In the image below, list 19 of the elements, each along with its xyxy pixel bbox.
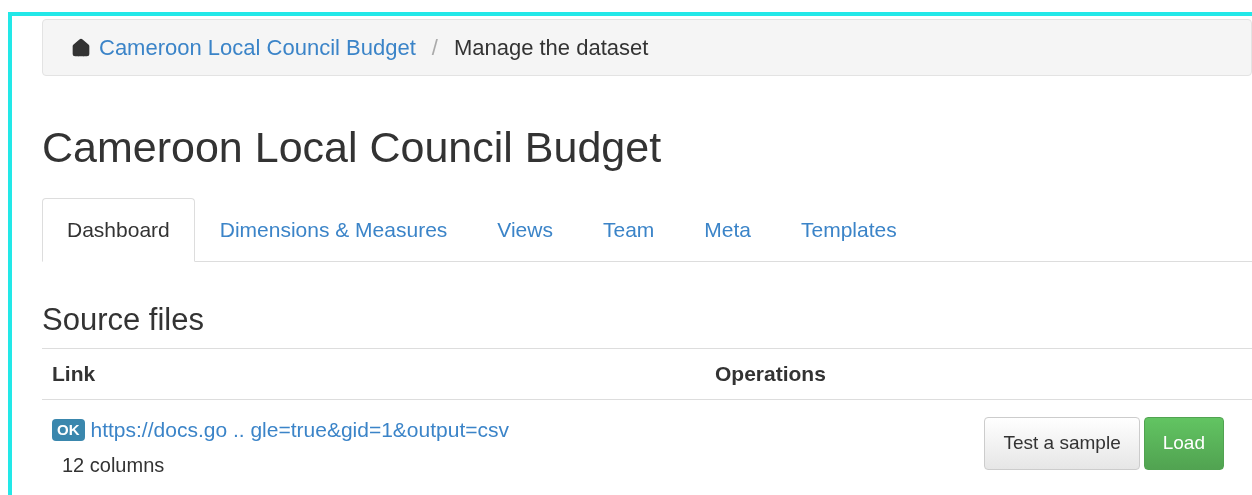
breadcrumb-current: Manage the dataset: [453, 34, 649, 62]
source-link[interactable]: https://docs.go .. gle=true&gid=1&output=csv: [90, 414, 510, 446]
column-count: 12 columns: [62, 452, 166, 478]
tab[interactable]: Dimensions & Measures: [194, 198, 473, 262]
column-header: Link: [52, 361, 97, 388]
load-button[interactable]: Load: [1143, 417, 1224, 470]
page-title: Cameroon Local Council Budget: [42, 122, 663, 173]
tab[interactable]: Team: [577, 198, 680, 262]
breadcrumb-link[interactable]: Cameroon Local Council Budget: [99, 31, 416, 64]
home-icon[interactable]: [71, 37, 91, 58]
status-badge: OK: [52, 418, 85, 441]
breadcrumb-separator: /: [431, 34, 438, 62]
tab[interactable]: Meta: [679, 198, 776, 262]
column-header: Operations: [715, 361, 826, 388]
tab[interactable]: Dashboard: [42, 198, 195, 262]
section-title: Source files: [42, 302, 205, 338]
tab[interactable]: Templates: [776, 198, 922, 262]
tab[interactable]: Views: [472, 198, 578, 262]
test-sample-button[interactable]: Test a sample: [984, 417, 1140, 470]
